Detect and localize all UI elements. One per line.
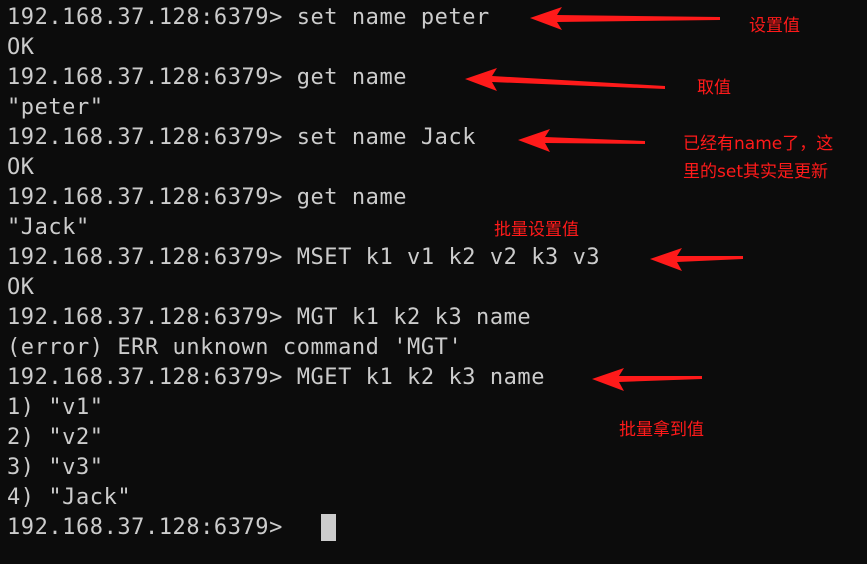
annotation-batch-get: 批量拿到值 xyxy=(619,420,704,440)
annotation-set-value: 设置值 xyxy=(749,16,800,36)
arrow-set-value xyxy=(530,7,720,30)
arrow-update xyxy=(518,129,645,152)
annotation-update-line2: 里的set其实是更新 xyxy=(683,162,828,182)
annotation-arrows xyxy=(465,7,743,391)
annotation-batch-set: 批量设置值 xyxy=(494,220,579,240)
arrow-batch-set xyxy=(650,248,743,271)
arrow-get-value xyxy=(465,68,665,91)
annotation-get-value: 取值 xyxy=(697,78,731,98)
annotation-update-line1: 已经有name了，这 xyxy=(683,134,834,154)
arrow-batch-get xyxy=(592,368,702,391)
